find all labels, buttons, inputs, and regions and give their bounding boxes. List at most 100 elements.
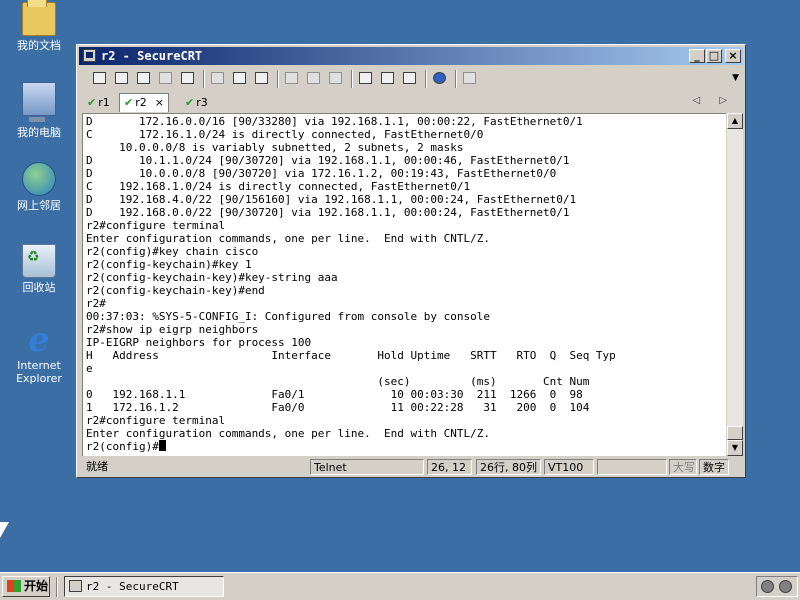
title-bar[interactable]: r2 - SecureCRT _ □ × — [79, 47, 743, 65]
securecrt-window[interactable]: r2 - SecureCRT _ □ × ▼ ✔ r1 ✔ r2 × ✔ r3 ◁ ▷ — [76, 44, 746, 478]
copy-icon[interactable] — [209, 70, 227, 87]
print-setup-icon[interactable] — [283, 70, 301, 87]
terminal-area[interactable]: D 172.16.0.0/16 [90/33280] via 192.168.1… — [82, 113, 726, 456]
taskbar: 开始 r2 - SecureCRT — [0, 572, 800, 600]
connected-check-icon: ✔ — [87, 96, 97, 109]
scroll-up-icon[interactable]: ▲ — [727, 113, 743, 129]
minimize-button[interactable]: _ — [689, 49, 705, 63]
desktop-icon-my-documents[interactable]: 我的文档 — [4, 0, 74, 52]
desktop-icon-recycle-bin[interactable]: 回收站 — [4, 244, 74, 294]
status-terminal-size: 26行, 80列 — [476, 459, 541, 475]
terminal-line: Enter configuration commands, one per li… — [86, 232, 490, 245]
securecrt-task-icon — [69, 580, 82, 592]
close-button[interactable]: × — [725, 49, 741, 63]
maximize-button[interactable]: □ — [706, 49, 722, 63]
tab-scroll-arrows-icon[interactable]: ◁ ▷ — [692, 95, 735, 106]
connect-in-tab-icon[interactable] — [135, 70, 153, 87]
terminal-line: r2(config-keychain)#key 1 — [86, 258, 252, 271]
help-icon[interactable] — [431, 70, 449, 87]
connected-check-icon: ✔ — [124, 96, 134, 109]
global-options-icon[interactable] — [379, 70, 397, 87]
terminal-line: 00:37:03: %SYS-5-CONFIG_I: Configured fr… — [86, 310, 490, 323]
vertical-scrollbar[interactable]: ▲ ▼ — [727, 113, 743, 456]
tray-volume-icon[interactable] — [761, 580, 774, 593]
session-options-icon[interactable] — [357, 70, 375, 87]
terminal-line: (sec) (ms) Cnt Num — [86, 375, 590, 388]
terminal-line: r2# — [86, 297, 106, 310]
print-selection-icon[interactable] — [305, 70, 323, 87]
app-icon[interactable] — [83, 49, 96, 62]
tray-network-icon[interactable] — [779, 580, 792, 593]
toolbar-separator — [203, 70, 205, 88]
desktop-icon-label: 回收站 — [22, 281, 56, 294]
text-cursor — [158, 440, 166, 451]
status-caps-lock: 大写 — [669, 459, 697, 475]
connected-check-icon: ✔ — [185, 96, 195, 109]
network-places-icon — [22, 162, 56, 196]
toolbar-separator — [351, 70, 353, 88]
terminal-line: C 172.16.1.0/24 is directly connected, F… — [86, 128, 484, 141]
status-emulation: VT100 — [544, 459, 594, 475]
desktop-icon-ie[interactable]: e Internet Explorer — [4, 323, 74, 385]
terminal-line: r2(config-keychain-key)#key-string aaa — [86, 271, 338, 284]
status-protocol: Telnet — [310, 459, 424, 475]
terminal-line: 10.0.0.0/8 is variably subnetted, 2 subn… — [86, 141, 464, 154]
toolbar-dropdown-icon[interactable]: ▼ — [732, 73, 739, 83]
terminal-line: r2(config-keychain-key)#end — [86, 284, 265, 297]
task-label: r2 - SecureCRT — [86, 580, 179, 593]
recycle-bin-icon — [22, 244, 56, 278]
terminal-line: r2(config)#key chain cisco — [86, 245, 259, 258]
system-tray — [756, 576, 798, 597]
status-num-lock: 数字 — [699, 459, 729, 475]
tab-close-icon[interactable]: × — [155, 96, 164, 109]
scroll-thumb[interactable] — [727, 426, 743, 440]
terminal-line: r2#show ip eigrp neighbors — [86, 323, 259, 336]
tab-r1[interactable]: ✔ r1 — [87, 95, 110, 112]
terminal-prompt-line[interactable]: r2(config)# — [86, 440, 616, 453]
mouse-pointer-icon — [0, 522, 9, 538]
terminal-line: Enter configuration commands, one per li… — [86, 427, 490, 440]
toolbar-separator — [425, 70, 427, 88]
disconnect-icon[interactable] — [179, 70, 197, 87]
terminal-line: D 10.1.1.0/24 [90/30720] via 192.168.1.1… — [86, 154, 570, 167]
toolbar-separator — [455, 70, 457, 88]
terminal-line: 1 172.16.1.2 Fa0/0 11 00:22:28 31 200 0 … — [86, 401, 590, 414]
paste-icon[interactable] — [231, 70, 249, 87]
reconnect-icon[interactable] — [157, 70, 175, 87]
connect-icon[interactable] — [91, 70, 109, 87]
desktop-icon-label: 网上邻居 — [17, 199, 61, 212]
start-button[interactable]: 开始 — [2, 576, 50, 597]
toolbar: ▼ — [81, 67, 741, 91]
terminal-line: D 10.0.0.0/8 [90/30720] via 172.16.1.2, … — [86, 167, 557, 180]
toolbar-separator — [277, 70, 279, 88]
terminal-line: r2#configure terminal — [86, 219, 226, 232]
terminal-line: r2#configure terminal — [86, 414, 226, 427]
terminal-lines: D 172.16.0.0/16 [90/33280] via 192.168.1… — [86, 115, 616, 453]
desktop-icon-label: 我的文档 — [17, 39, 61, 52]
terminal-line: IP-EIGRP neighbors for process 100 — [86, 336, 312, 349]
my-documents-icon — [22, 0, 56, 36]
print-icon[interactable] — [327, 70, 345, 87]
status-cursor-position: 26, 12 — [427, 459, 472, 475]
terminal-prompt: r2(config)# — [86, 440, 159, 453]
tab-r3[interactable]: ✔ r3 — [185, 95, 208, 112]
terminal-line: D 172.16.0.0/16 [90/33280] via 192.168.1… — [86, 115, 583, 128]
scroll-down-icon[interactable]: ▼ — [727, 440, 743, 456]
desktop-icon-my-computer[interactable]: 我的电脑 — [4, 82, 74, 139]
tab-view-icon[interactable] — [461, 70, 479, 87]
keymap-icon[interactable] — [401, 70, 419, 87]
terminal-line: 0 192.168.1.1 Fa0/1 10 00:03:30 211 1266… — [86, 388, 583, 401]
start-label: 开始 — [24, 579, 49, 593]
tab-r2[interactable]: ✔ r2 × — [119, 93, 169, 112]
status-ready: 就绪 — [86, 460, 108, 473]
quick-connect-icon[interactable] — [113, 70, 131, 87]
windows-flag-icon — [7, 580, 21, 592]
desktop-icon-label: Internet Explorer — [16, 359, 62, 385]
tab-label: r3 — [196, 96, 208, 109]
window-title: r2 - SecureCRT — [101, 49, 203, 63]
desktop-icon-network[interactable]: 网上邻居 — [4, 162, 74, 212]
status-blank — [597, 459, 667, 475]
session-tabs: ✔ r1 ✔ r2 × ✔ r3 ◁ ▷ — [81, 92, 741, 112]
taskbar-item-securecrt[interactable]: r2 - SecureCRT — [64, 576, 224, 597]
find-icon[interactable] — [253, 70, 271, 87]
